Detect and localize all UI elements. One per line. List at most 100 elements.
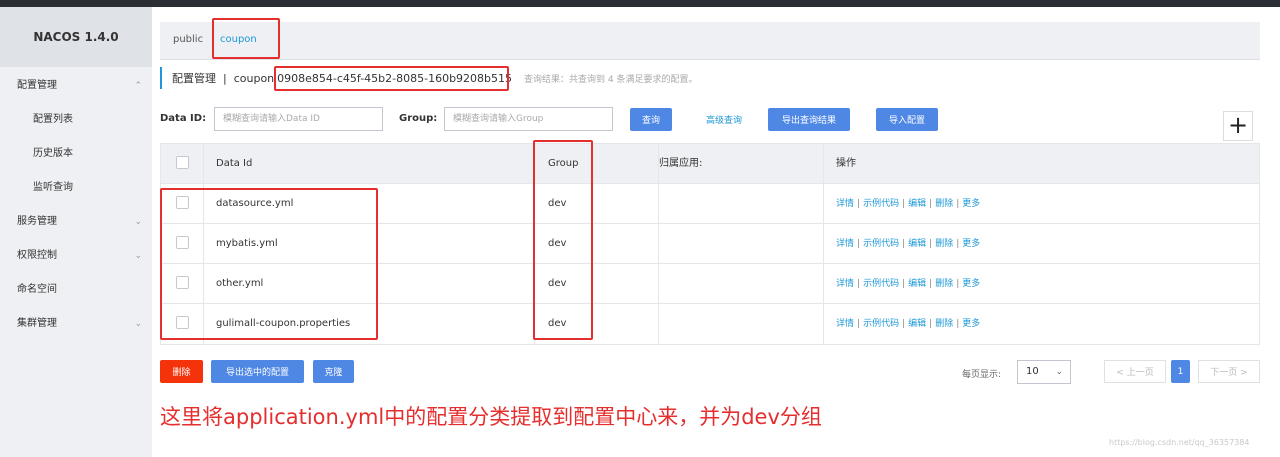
table-row: datasource.yml dev 详情 | 示例代码 | 编辑 | 删除 | 更多 — [161, 184, 1259, 224]
table-row: mybatis.yml dev 详情 | 示例代码 | 编辑 | 删除 | 更多 — [161, 224, 1259, 264]
sidebar-item-label: 命名空间 — [17, 284, 57, 295]
sidebar-item-config-management[interactable]: 配置管理 ⌃ — [0, 69, 152, 103]
row-checkbox[interactable] — [176, 236, 189, 249]
detail-link[interactable]: 详情 — [836, 279, 854, 289]
current-page-button[interactable]: 1 — [1171, 360, 1190, 383]
batch-delete-button[interactable]: 删除 — [160, 360, 203, 383]
top-bar — [0, 0, 1280, 7]
edit-link[interactable]: 编辑 — [908, 199, 926, 209]
more-link[interactable]: 更多 — [962, 279, 980, 289]
sidebar-item-label: 服务管理 — [17, 216, 57, 227]
row-actions: 详情 | 示例代码 | 编辑 | 删除 | 更多 — [836, 239, 981, 249]
data-id-cell: datasource.yml — [216, 198, 294, 209]
row-checkbox[interactable] — [176, 196, 189, 209]
annotation-text: 这里将application.yml中的配置分类提取到配置中心来，并为dev分组 — [160, 405, 822, 429]
select-all-checkbox[interactable] — [176, 156, 189, 169]
group-cell: dev — [548, 238, 567, 249]
more-link[interactable]: 更多 — [962, 199, 980, 209]
breadcrumb-namespace: coupon — [233, 71, 275, 85]
column-header-group: Group — [548, 158, 579, 169]
column-header-app: 归属应用: — [659, 158, 703, 169]
sidebar: NACOS 1.4.0 配置管理 ⌃ 配置列表 历史版本 监听查询 服务管理 ⌄… — [0, 7, 152, 457]
advanced-search-link[interactable]: 高级查询 — [706, 113, 742, 126]
namespace-tabs: public coupon — [160, 22, 1260, 60]
tab-public[interactable]: public — [173, 34, 203, 45]
breadcrumb-separator: | — [223, 71, 227, 85]
group-search-input[interactable] — [444, 107, 613, 131]
sidebar-item-label: 历史版本 — [33, 148, 73, 159]
detail-link[interactable]: 详情 — [836, 239, 854, 249]
export-selected-button[interactable]: 导出选中的配置 — [211, 360, 304, 383]
row-actions: 详情 | 示例代码 | 编辑 | 删除 | 更多 — [836, 199, 981, 209]
watermark: https://blog.csdn.net/qq_36357384 — [1109, 438, 1250, 447]
data-id-cell: gulimall-coupon.properties — [216, 318, 351, 329]
data-id-cell: other.yml — [216, 278, 264, 289]
namespace-id: 0908e854-c45f-45b2-8085-160b9208b515 — [277, 71, 513, 85]
sidebar-item-permission-control[interactable]: 权限控制 ⌄ — [0, 239, 152, 273]
sidebar-item-cluster-management[interactable]: 集群管理 ⌄ — [0, 307, 152, 341]
search-button[interactable]: 查询 — [630, 108, 672, 131]
sidebar-item-config-list[interactable]: 配置列表 — [0, 103, 152, 137]
column-header-actions: 操作 — [836, 158, 856, 169]
export-results-button[interactable]: 导出查询结果 — [768, 108, 850, 131]
sidebar-item-label: 权限控制 — [17, 250, 57, 261]
page-size-select[interactable]: 10 ⌄ — [1017, 360, 1071, 384]
edit-link[interactable]: 编辑 — [908, 279, 926, 289]
sidebar-item-listener-query[interactable]: 监听查询 — [0, 171, 152, 205]
breadcrumb: 配置管理 | coupon 0908e854-c45f-45b2-8085-16… — [160, 67, 697, 89]
sidebar-item-service-management[interactable]: 服务管理 ⌄ — [0, 205, 152, 239]
query-result-text: 查询结果：共查询到 4 条满足要求的配置。 — [524, 74, 698, 85]
add-config-button[interactable]: + — [1223, 111, 1253, 141]
detail-link[interactable]: 详情 — [836, 319, 854, 329]
next-page-button[interactable]: 下一页 > — [1198, 360, 1260, 383]
clone-button[interactable]: 克隆 — [313, 360, 354, 383]
chevron-down-icon: ⌄ — [1055, 367, 1063, 377]
edit-link[interactable]: 编辑 — [908, 239, 926, 249]
row-checkbox[interactable] — [176, 276, 189, 289]
data-id-search-input[interactable] — [214, 107, 383, 131]
row-actions: 详情 | 示例代码 | 编辑 | 删除 | 更多 — [836, 319, 981, 329]
sidebar-item-label: 监听查询 — [33, 182, 73, 193]
delete-link[interactable]: 删除 — [935, 199, 953, 209]
sample-code-link[interactable]: 示例代码 — [863, 279, 899, 289]
delete-link[interactable]: 删除 — [935, 319, 953, 329]
group-cell: dev — [548, 198, 567, 209]
data-id-label: Data ID: — [160, 113, 207, 124]
page-size-label: 每页显示: — [962, 370, 1002, 380]
edit-link[interactable]: 编辑 — [908, 319, 926, 329]
tab-coupon[interactable]: coupon — [220, 34, 257, 45]
detail-link[interactable]: 详情 — [836, 199, 854, 209]
group-cell: dev — [548, 318, 567, 329]
more-link[interactable]: 更多 — [962, 319, 980, 329]
sample-code-link[interactable]: 示例代码 — [863, 239, 899, 249]
table-header: Data Id Group 归属应用: 操作 — [161, 144, 1259, 184]
chevron-down-icon: ⌄ — [134, 217, 142, 227]
sidebar-item-label: 配置管理 — [17, 80, 57, 91]
more-link[interactable]: 更多 — [962, 239, 980, 249]
table-row: gulimall-coupon.properties dev 详情 | 示例代码 | 编… — [161, 304, 1259, 344]
row-checkbox[interactable] — [176, 316, 189, 329]
app-title: NACOS 1.4.0 — [0, 7, 152, 67]
delete-link[interactable]: 删除 — [935, 239, 953, 249]
sidebar-item-label: 配置列表 — [33, 114, 73, 125]
sample-code-link[interactable]: 示例代码 — [863, 199, 899, 209]
sample-code-link[interactable]: 示例代码 — [863, 319, 899, 329]
group-label: Group: — [399, 113, 438, 124]
table-row: other.yml dev 详情 | 示例代码 | 编辑 | 删除 | 更多 — [161, 264, 1259, 304]
import-config-button[interactable]: 导入配置 — [876, 108, 938, 131]
page-title: 配置管理 — [172, 72, 216, 85]
sidebar-item-namespace[interactable]: 命名空间 — [0, 273, 152, 307]
row-actions: 详情 | 示例代码 | 编辑 | 删除 | 更多 — [836, 279, 981, 289]
prev-page-button[interactable]: < 上一页 — [1104, 360, 1166, 383]
config-table: Data Id Group 归属应用: 操作 datasource.yml de… — [160, 143, 1260, 345]
chevron-down-icon: ⌄ — [134, 251, 142, 261]
column-header-data-id: Data Id — [216, 158, 253, 169]
sidebar-item-history[interactable]: 历史版本 — [0, 137, 152, 171]
group-cell: dev — [548, 278, 567, 289]
delete-link[interactable]: 删除 — [935, 279, 953, 289]
chevron-down-icon: ⌄ — [134, 319, 142, 329]
sidebar-item-label: 集群管理 — [17, 318, 57, 329]
page-size-value: 10 — [1026, 366, 1039, 377]
data-id-cell: mybatis.yml — [216, 238, 278, 249]
chevron-up-icon: ⌃ — [134, 81, 142, 91]
